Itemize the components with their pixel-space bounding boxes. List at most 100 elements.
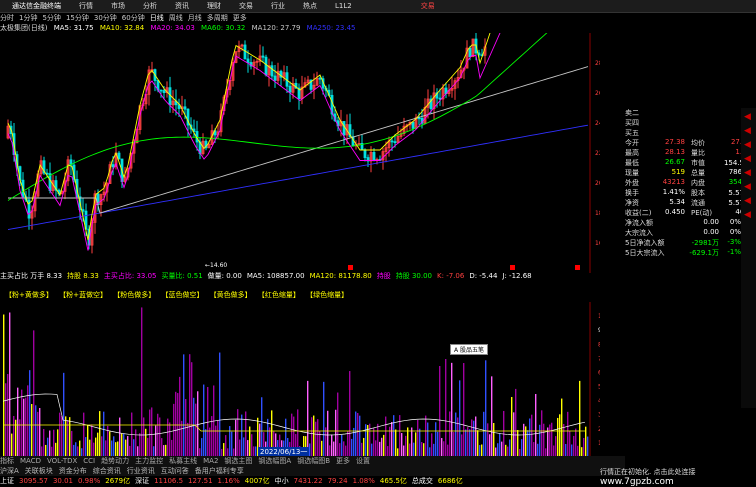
period-daily[interactable]: 日线 [150,13,164,23]
period-monthly[interactable]: 月线 [188,13,202,23]
volume-bar [539,424,541,457]
period-5min[interactable]: 5分钟 [42,13,60,23]
signal-button[interactable]: 【绿色缩量】 [306,291,348,299]
volume-bar [445,359,447,457]
indicator-tab[interactable]: 钢选幅图B [297,457,330,465]
sidebar-arrow-icon[interactable]: ◀ [744,154,756,164]
bottom-tab[interactable]: 互动问答 [161,467,189,475]
period-60min[interactable]: 60分钟 [122,13,145,23]
volume-bar [365,424,367,457]
sidebar-arrow-icon[interactable]: ◀ [744,112,756,122]
volume-bar [247,440,249,457]
volume-bar [331,434,333,457]
sidebar-arrow-icon[interactable]: ◀ [744,168,756,178]
ticker-value: 11106.5 [154,477,184,485]
volume-bar [467,427,469,457]
period-intraday[interactable]: 分时 [0,13,14,23]
indicator-tab[interactable]: VOL-TDX [47,457,77,465]
indicator-tab[interactable]: CCI [83,457,95,465]
indicator-tab[interactable]: MA2 [203,457,218,465]
bottom-tab[interactable]: 备用户福利专享 [195,467,244,475]
volume-bar [223,443,225,457]
volume-bar [135,429,137,457]
indicator-tab[interactable]: 钢选幅图A [258,457,291,465]
signal-button[interactable]: 【黄色做多】 [210,291,252,299]
bottom-tab[interactable]: 资金分布 [59,467,87,475]
volume-bar [209,427,211,457]
period-15min[interactable]: 15分钟 [66,13,89,23]
ticker-value: 深证 [135,477,150,485]
candle-body [159,89,163,92]
candle-body [111,164,115,168]
menu-item-hot[interactable]: 热点 [303,1,317,11]
sidebar-arrow-icon[interactable]: ◀ [744,210,756,220]
indicator-tab[interactable]: 更多 [336,457,350,465]
volume-bar [47,437,49,457]
quote-label: 量比 [691,149,705,157]
period-weekly[interactable]: 周线 [169,13,183,23]
order-book-label: 买四 [625,119,639,127]
signal-button[interactable]: 【粉+黄做多】 [5,291,53,299]
candlestick-chart[interactable]: 28.00 26.00 24.00 22.00 20.00 18.00 16.00 ←14.6… [0,33,600,273]
indicator-tab[interactable]: 私募主线 [169,457,197,465]
menu-item-l1l2[interactable]: L1L2 [335,2,352,10]
period-multi[interactable]: 多周期 [207,13,228,23]
menu-item-industry[interactable]: 行业 [271,1,285,11]
menu-item-analysis[interactable]: 分析 [143,1,157,11]
volume-bar [157,413,159,457]
menu-item-trade[interactable]: 交易 [239,1,253,11]
indicator-value: 主买占比: 33.05 [103,272,157,280]
indicator-tab[interactable]: 设置 [356,457,370,465]
volume-bar [517,429,519,457]
bottom-tab[interactable]: 关联板块 [25,467,53,475]
volume-bar [341,435,343,457]
sidebar-arrow-icon[interactable]: ◀ [744,196,756,206]
volume-bar [449,411,451,457]
volume-bar [111,440,113,457]
period-30min[interactable]: 30分钟 [94,13,117,23]
menu-item-trade-right[interactable]: 交易 [421,1,435,11]
sidebar-arrow-icon[interactable]: ◀ [744,126,756,136]
quote-label: 收益(二) [625,209,652,217]
candle-body [81,209,85,212]
volume-bar [53,429,55,457]
bottom-tab[interactable]: 行业资讯 [127,467,155,475]
bottom-tab[interactable]: 综合资讯 [93,467,121,475]
volume-bar [381,437,383,457]
sidebar-arrow-icon[interactable]: ◀ [744,140,756,150]
signal-button[interactable]: 【红色缩量】 [258,291,300,299]
volume-bar [175,391,177,457]
sidebar-arrow-icon[interactable]: ◀ [744,182,756,192]
signal-button[interactable]: 【蓝色做空】 [161,291,203,299]
volume-bar [63,372,65,457]
menu-item-news[interactable]: 资讯 [175,1,189,11]
volume-bar [319,431,321,457]
volume-bar [13,415,15,457]
volume-bar [245,411,247,457]
volume-bar [461,434,463,457]
indicator-value: 做量: 0.00 [207,272,242,280]
period-1min[interactable]: 1分钟 [19,13,37,23]
indicator-tab[interactable]: 主力监控 [135,457,163,465]
indicator-tab[interactable]: 趋势动力 [101,457,129,465]
signal-button[interactable]: 【粉色做多】 [113,291,155,299]
signal-button[interactable]: 【粉+蓝做空】 [59,291,107,299]
volume-bar [193,397,195,457]
menu-item-quotes[interactable]: 行情 [79,1,93,11]
volume-bar [179,376,181,457]
volume-bar [417,419,419,457]
volume-bar [21,389,23,457]
bottom-tab[interactable]: 沪深A [0,467,19,475]
volume-bar [55,442,57,457]
volume-bar [451,362,453,457]
indicator-tab[interactable]: 指标 [0,457,14,465]
menu-item-market[interactable]: 市场 [111,1,125,11]
menu-item-wealth[interactable]: 理财 [207,1,221,11]
volume-bar [83,412,85,457]
connection-status[interactable]: 行情正在初始化. 点击此处连接 [600,467,695,477]
indicator-tab[interactable]: 钢选主图 [224,457,252,465]
period-more[interactable]: 更多 [233,13,247,23]
indicator-tab[interactable]: MACD [20,457,41,465]
volume-bar [411,427,413,457]
ma-item: MA10: 32.84 [99,24,145,32]
